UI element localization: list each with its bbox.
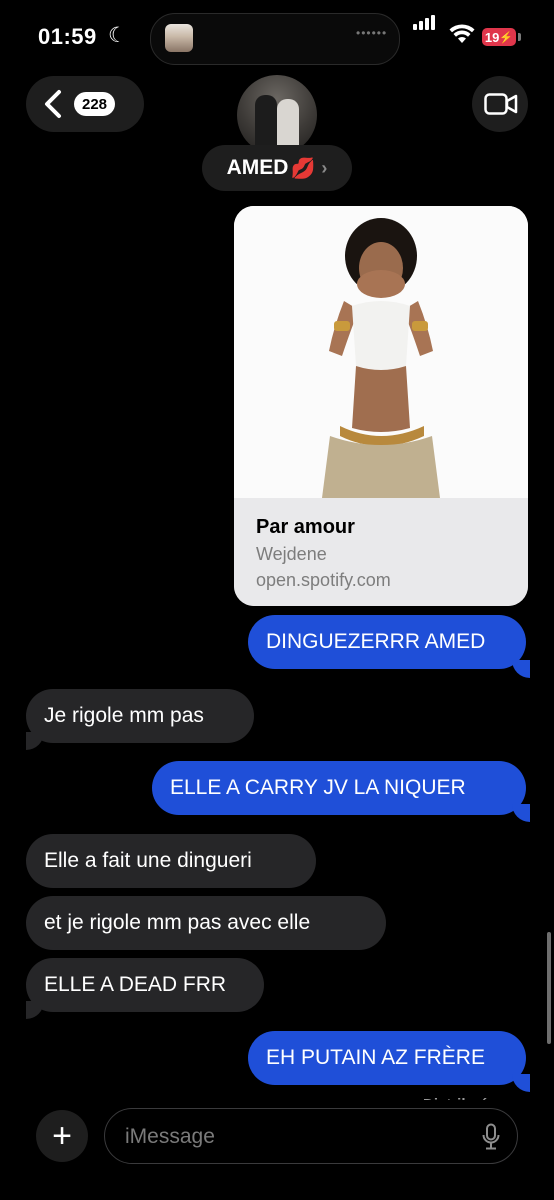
wifi-icon bbox=[449, 24, 475, 43]
unread-count-badge: 228 bbox=[74, 92, 116, 116]
ellipsis-icon: •••••• bbox=[356, 26, 388, 40]
chevron-right-icon: › bbox=[321, 157, 328, 178]
status-bar: 01:59 ☾ •••••• 19 ⚡ bbox=[0, 0, 554, 72]
facetime-video-button[interactable] bbox=[472, 76, 528, 132]
message-text: DINGUEZERRR AMED bbox=[266, 630, 486, 653]
bubble-tail bbox=[512, 1074, 530, 1092]
bubble-tail bbox=[512, 804, 530, 822]
contact-name-button[interactable]: AMED 💋 › bbox=[202, 145, 352, 191]
video-camera-icon bbox=[484, 93, 518, 115]
now-playing-thumbnail bbox=[165, 24, 193, 52]
album-cover-photo bbox=[234, 206, 528, 498]
bubble-tail bbox=[26, 1001, 44, 1019]
message-text: Je rigole mm pas bbox=[44, 704, 204, 727]
chevron-left-icon bbox=[45, 90, 61, 118]
link-domain: open.spotify.com bbox=[256, 570, 391, 590]
microphone-icon[interactable] bbox=[481, 1123, 501, 1151]
received-message[interactable]: ELLE A DEAD FRR bbox=[26, 958, 264, 1012]
message-text: EH PUTAIN AZ FRÈRE bbox=[266, 1046, 485, 1069]
sent-message[interactable]: EH PUTAIN AZ FRÈRE bbox=[248, 1031, 526, 1085]
song-title: Par amour bbox=[256, 516, 355, 538]
dynamic-island[interactable]: •••••• bbox=[150, 13, 400, 65]
contact-name: AMED bbox=[226, 156, 289, 179]
spotify-link-preview[interactable]: Par amour Wejdene open.spotify.com bbox=[234, 206, 528, 606]
sent-message[interactable]: ELLE A CARRY JV LA NIQUER bbox=[152, 761, 526, 815]
scroll-indicator[interactable] bbox=[547, 932, 551, 1044]
received-message[interactable]: Je rigole mm pas bbox=[26, 689, 254, 743]
moon-icon: ☾ bbox=[108, 24, 127, 47]
back-button[interactable]: 228 bbox=[26, 76, 144, 132]
received-message[interactable]: et je rigole mm pas avec elle bbox=[26, 896, 386, 950]
contact-avatar[interactable] bbox=[237, 75, 317, 155]
message-text: Elle a fait une dingueri bbox=[44, 849, 252, 872]
album-cover-image bbox=[234, 206, 528, 498]
received-message[interactable]: Elle a fait une dingueri bbox=[26, 834, 316, 888]
message-field[interactable] bbox=[104, 1108, 518, 1164]
bubble-tail bbox=[512, 660, 530, 678]
messages-screen: 01:59 ☾ •••••• 19 ⚡ 228 AMED 💋 › Par amo… bbox=[0, 0, 554, 1200]
status-time: 01:59 bbox=[38, 24, 97, 49]
bubble-tail bbox=[26, 732, 44, 750]
sent-message[interactable]: DINGUEZERRR AMED bbox=[248, 615, 526, 669]
contact-emoji: 💋 bbox=[290, 157, 316, 180]
battery-level: 19 bbox=[484, 29, 500, 45]
message-text: et je rigole mm pas avec elle bbox=[44, 911, 311, 934]
plus-icon: + bbox=[52, 1116, 72, 1155]
message-input[interactable] bbox=[123, 1121, 467, 1153]
add-attachment-button[interactable]: + bbox=[36, 1110, 88, 1162]
message-text: ELLE A CARRY JV LA NIQUER bbox=[170, 776, 466, 799]
message-text: ELLE A DEAD FRR bbox=[44, 973, 227, 996]
battery-tip bbox=[518, 33, 521, 41]
link-info: Par amour Wejdene open.spotify.com bbox=[234, 498, 528, 606]
battery-icon: 19 ⚡ bbox=[482, 28, 516, 46]
song-artist: Wejdene bbox=[256, 544, 327, 564]
